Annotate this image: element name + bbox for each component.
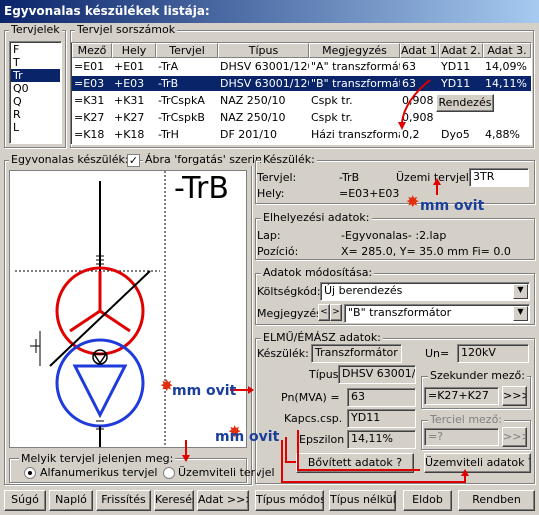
mavir-logo: mm ovit (215, 429, 280, 445)
mavir-logo: mm ovit (420, 198, 485, 214)
logo-star-icon: ✸ (406, 192, 420, 211)
mavir-logo: mm ovit (172, 383, 237, 399)
